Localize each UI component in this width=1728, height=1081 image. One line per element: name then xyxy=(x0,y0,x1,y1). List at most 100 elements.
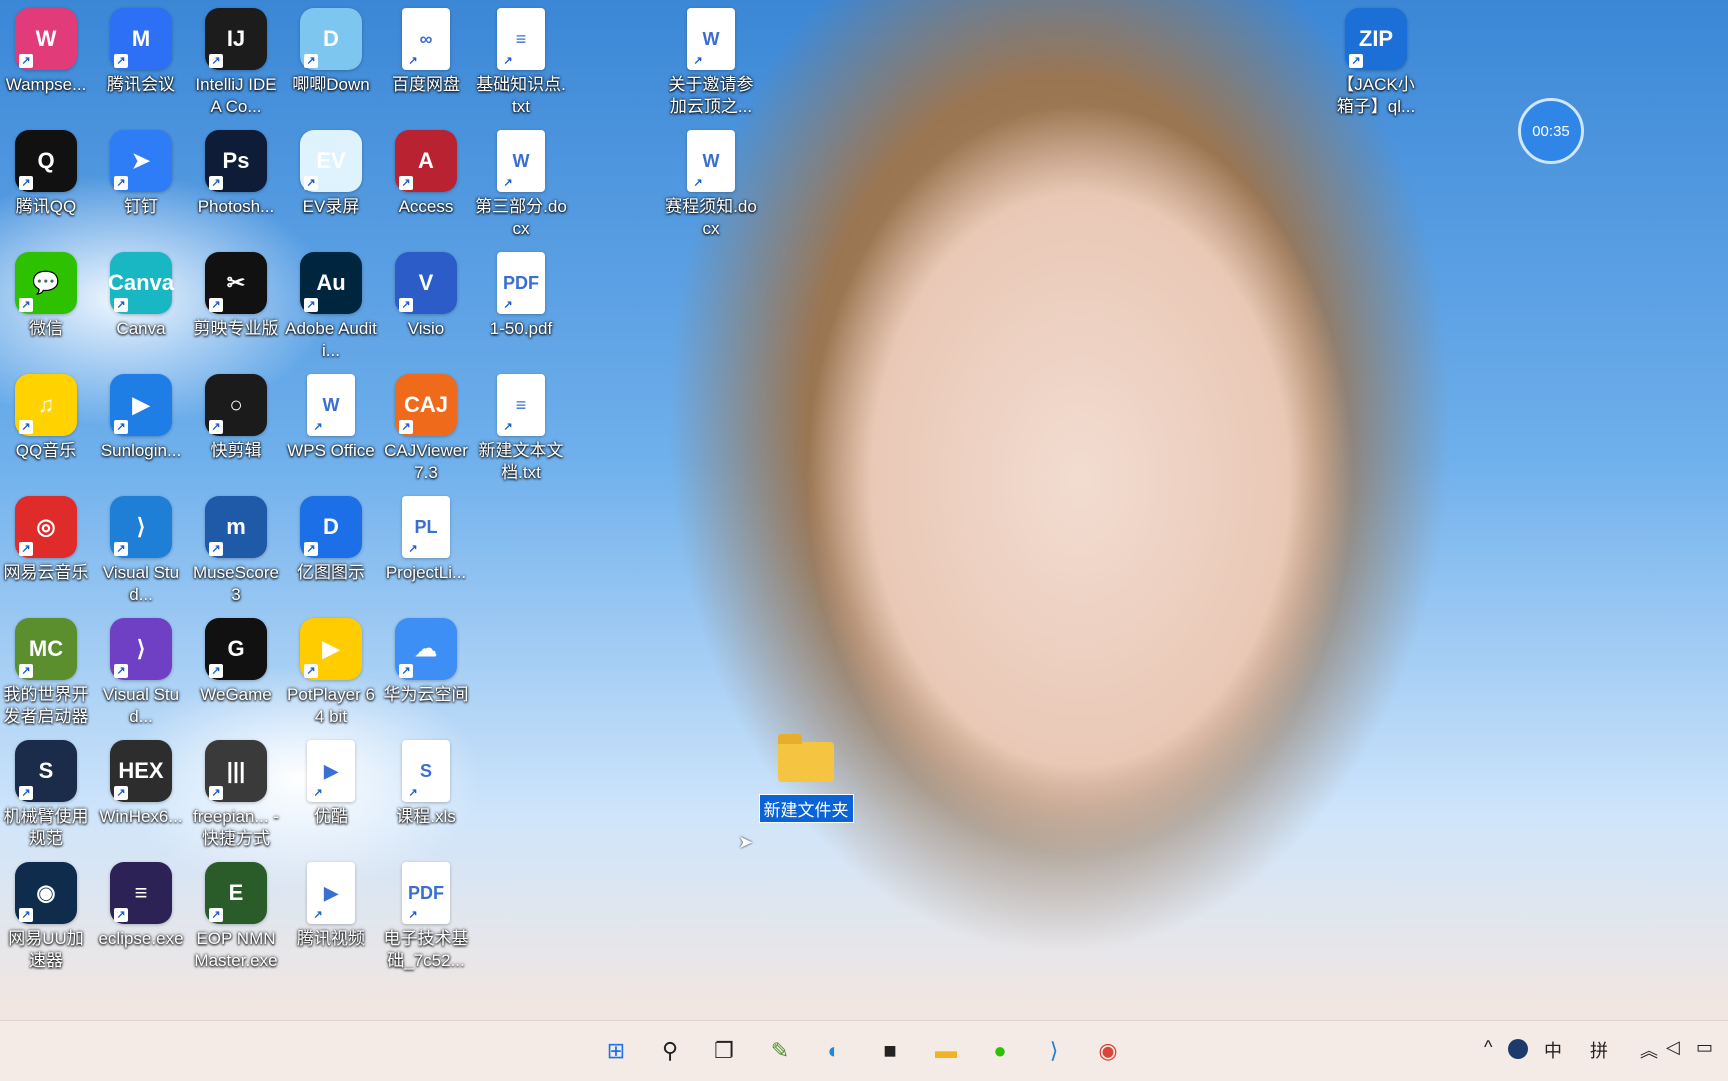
desktop-icon[interactable]: CAJ ↗ CAJViewer 7.3 xyxy=(380,374,472,484)
app-icon: G ↗ xyxy=(205,618,267,680)
app-icon: ∞ ↗ xyxy=(402,8,450,70)
app-icon: Ps ↗ xyxy=(205,130,267,192)
desktop-icon[interactable]: ⟩ ↗ Visual Stud... xyxy=(95,496,187,606)
desktop-icon[interactable]: M ↗ 腾讯会议 xyxy=(95,8,187,96)
desktop-icon[interactable]: W ↗ WPS Office xyxy=(285,374,377,462)
desktop-icon[interactable]: m ↗ MuseScore 3 xyxy=(190,496,282,606)
shortcut-arrow-icon: ↗ xyxy=(304,54,318,68)
desktop-icon[interactable]: PDF ↗ 1-50.pdf xyxy=(475,252,567,340)
desktop-icon[interactable]: ▶ ↗ 腾讯视频 xyxy=(285,862,377,950)
shortcut-arrow-icon: ↗ xyxy=(209,664,223,678)
desktop-icon[interactable]: D ↗ 亿图图示 xyxy=(285,496,377,584)
desktop-icon[interactable]: ||| ↗ freepian... - 快捷方式 xyxy=(190,740,282,850)
app-icon: ≡ ↗ xyxy=(497,8,545,70)
desktop-icon[interactable]: Ps ↗ Photosh... xyxy=(190,130,282,218)
desktop-icon[interactable]: ≡ ↗ 基础知识点.txt xyxy=(475,8,567,118)
desktop-icon[interactable]: ◎ ↗ 网易云音乐 xyxy=(0,496,92,584)
desktop-icon[interactable]: G ↗ WeGame xyxy=(190,618,282,706)
desktop-icon[interactable]: ≡ ↗ 新建文本文档.txt xyxy=(475,374,567,484)
desktop-icon[interactable]: D ↗ 唧唧Down xyxy=(285,8,377,96)
desktop-icon-label: 钉钉 xyxy=(124,197,158,216)
desktop-icon[interactable]: A ↗ Access xyxy=(380,130,472,218)
vscode-icon[interactable]: ⟩ xyxy=(1036,1033,1072,1069)
desktop-icon[interactable]: W ↗ 关于邀请参加云顶之... xyxy=(665,8,757,118)
desktop-icon[interactable]: V ↗ Visio xyxy=(380,252,472,340)
desktop-icon[interactable]: ≡ ↗ eclipse.exe xyxy=(95,862,187,950)
desktop-icon[interactable]: E ↗ EOP NMN Master.exe xyxy=(190,862,282,972)
desktop-icon-label: 优酷 xyxy=(314,807,348,826)
search-icon[interactable]: ⚲ xyxy=(652,1033,688,1069)
file-explorer-icon[interactable]: ▬ xyxy=(928,1033,964,1069)
volume-icon[interactable]: ◁ xyxy=(1666,1037,1680,1058)
task-view-icon[interactable]: ❐ xyxy=(706,1033,742,1069)
desktop-icon[interactable]: S ↗ 课程.xls xyxy=(380,740,472,828)
shortcut-arrow-icon: ↗ xyxy=(304,664,318,678)
desktop-icon[interactable]: ◉ ↗ 网易UU加速器 xyxy=(0,862,92,972)
app-icon: CAJ ↗ xyxy=(395,374,457,436)
wifi-icon[interactable]: ︽ xyxy=(1640,1037,1658,1063)
notes-app-icon[interactable]: ✎ xyxy=(762,1033,798,1069)
desktop-icon[interactable]: MC ↗ 我的世界开发者启动器 xyxy=(0,618,92,728)
shortcut-arrow-icon: ↗ xyxy=(304,542,318,556)
app-icon: W ↗ xyxy=(15,8,77,70)
desktop-icon[interactable]: ♫ ↗ QQ音乐 xyxy=(0,374,92,462)
desktop-icon[interactable]: ○ ↗ 快剪辑 xyxy=(190,374,282,462)
desktop-icon-label: EV录屏 xyxy=(302,197,360,216)
desktop-icon-label: 机械臂使用规范 xyxy=(3,807,89,848)
app-icon: IJ ↗ xyxy=(205,8,267,70)
steam-tray-icon[interactable] xyxy=(1508,1039,1528,1059)
desktop-icon-label: 腾讯QQ xyxy=(15,197,77,216)
desktop-icon[interactable]: ✂ ↗ 剪映专业版 xyxy=(190,252,282,340)
desktop-icon[interactable]: ▶ ↗ Sunlogin... xyxy=(95,374,187,462)
rename-input[interactable]: 新建文件夹 xyxy=(758,794,854,823)
app-icon: W ↗ xyxy=(307,374,355,436)
desktop-icon[interactable]: W ↗ 赛程须知.docx xyxy=(665,130,757,240)
tray-chevron-icon[interactable]: ^ xyxy=(1484,1037,1492,1058)
app-icon: ⟩ ↗ xyxy=(110,618,172,680)
desktop-icon[interactable]: W ↗ Wampse... xyxy=(0,8,92,96)
shortcut-arrow-icon: ↗ xyxy=(406,542,420,556)
app-icon: ▶ ↗ xyxy=(110,374,172,436)
edge-icon[interactable]: ◐ xyxy=(816,1033,852,1069)
start-icon[interactable]: ⊞ xyxy=(598,1033,634,1069)
desktop-icon[interactable]: HEX ↗ WinHex6... xyxy=(95,740,187,828)
app-icon: m ↗ xyxy=(205,496,267,558)
desktop-icon[interactable]: PDF ↗ 电子技术基础_7c52... xyxy=(380,862,472,972)
desktop-icon[interactable]: 💬 ↗ 微信 xyxy=(0,252,92,340)
shortcut-arrow-icon: ↗ xyxy=(311,908,325,922)
desktop-icon[interactable]: Au ↗ Adobe Auditi... xyxy=(285,252,377,362)
desktop-icon[interactable]: ▶ ↗ PotPlayer 64 bit xyxy=(285,618,377,728)
desktop-icon-label: Visual Stud... xyxy=(102,685,180,726)
desktop-icon[interactable]: Q ↗ 腾讯QQ xyxy=(0,130,92,218)
desktop-icon-label: PotPlayer 64 bit xyxy=(287,685,375,726)
desktop-icon[interactable]: EV ↗ EV录屏 xyxy=(285,130,377,218)
shortcut-arrow-icon: ↗ xyxy=(114,54,128,68)
desktop-icon[interactable]: ∞ ↗ 百度网盘 xyxy=(380,8,472,96)
desktop-icon-label: 亿图图示 xyxy=(297,563,365,582)
desktop-icon[interactable]: PL ↗ ProjectLi... xyxy=(380,496,472,584)
wechat-icon[interactable]: ● xyxy=(982,1033,1018,1069)
desktop-icon[interactable]: ➤ ↗ 钉钉 xyxy=(95,130,187,218)
desktop-icon-label: EOP NMN Master.exe xyxy=(194,929,278,970)
desktop-icon[interactable]: ZIP ↗ 【JACK小箱子】ql... xyxy=(1330,8,1422,118)
desktop-icon[interactable]: ▶ ↗ 优酷 xyxy=(285,740,377,828)
desktop-icon[interactable]: S ↗ 机械臂使用规范 xyxy=(0,740,92,850)
desktop-icon-label: 微信 xyxy=(29,319,63,338)
shortcut-arrow-icon: ↗ xyxy=(114,298,128,312)
desktop-icon[interactable]: Canva ↗ Canva xyxy=(95,252,187,340)
shortcut-arrow-icon: ↗ xyxy=(501,420,515,434)
desktop-icon[interactable]: ⟩ ↗ Visual Stud... xyxy=(95,618,187,728)
chrome-icon[interactable]: ◉ xyxy=(1090,1033,1126,1069)
desktop-icon-label: 课程.xls xyxy=(396,807,456,826)
timer-badge[interactable]: 00:35 xyxy=(1518,98,1584,164)
app-icon: ≡ ↗ xyxy=(110,862,172,924)
desktop-icon-label: WPS Office xyxy=(287,441,375,460)
ime-language[interactable]: 中 xyxy=(1544,1037,1562,1063)
new-folder-item[interactable]: 新建文件夹 xyxy=(758,734,854,823)
ime-mode[interactable]: 拼 xyxy=(1590,1037,1608,1063)
battery-icon[interactable]: ▭ xyxy=(1696,1037,1713,1058)
sticky-notes-icon[interactable]: ■ xyxy=(872,1033,908,1069)
desktop-icon[interactable]: W ↗ 第三部分.docx xyxy=(475,130,567,240)
desktop-icon[interactable]: IJ ↗ IntelliJ IDEA Co... xyxy=(190,8,282,118)
desktop-icon[interactable]: ☁ ↗ 华为云空间 xyxy=(380,618,472,706)
